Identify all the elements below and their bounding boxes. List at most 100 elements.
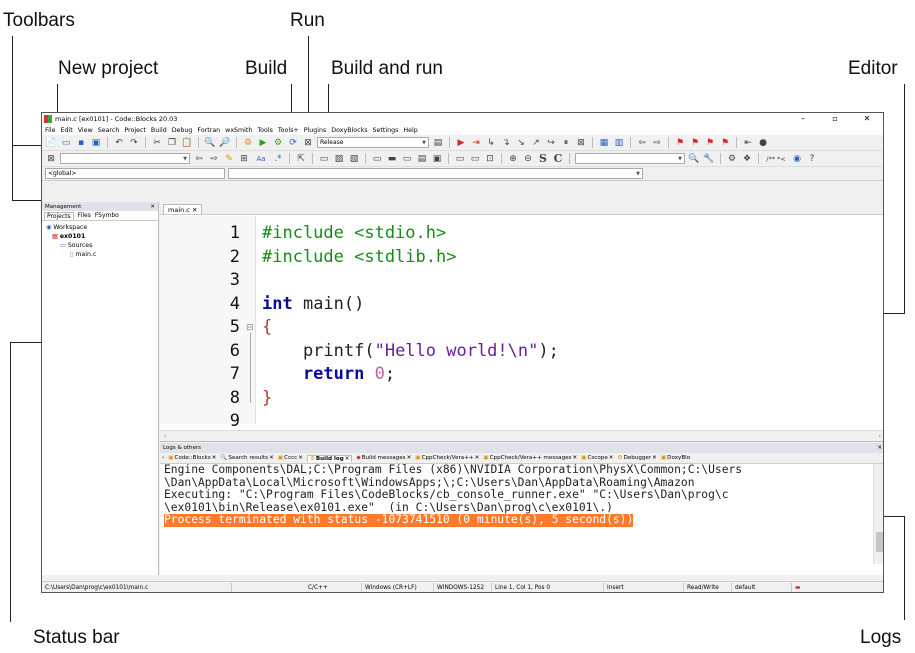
menu-search[interactable]: Search xyxy=(98,127,120,134)
stop-debugger-icon[interactable]: ⊠ xyxy=(575,137,587,149)
log-tab-build-messages[interactable]: ◆ Build messages ✕ xyxy=(356,455,411,461)
build-and-run-icon[interactable]: ⚙ xyxy=(272,137,284,149)
code-line[interactable]: int main() xyxy=(262,293,364,317)
plugin-icon[interactable]: ❖ xyxy=(741,153,753,165)
zoom-search-icon[interactable]: 🔍 xyxy=(688,153,700,165)
tab-projects[interactable]: Projects xyxy=(44,211,74,220)
pause-icon[interactable]: ⏸ xyxy=(560,137,572,149)
menu-tools-plus[interactable]: Tools+ xyxy=(278,127,299,134)
box-wide-icon[interactable]: ▭ xyxy=(469,153,481,165)
log-tab-build-log[interactable]: ⚙ Build log ✕ xyxy=(306,454,353,462)
maximize-button[interactable]: ▫ xyxy=(819,113,851,125)
log-tab-cppcheck-messages[interactable]: ▣ CppCheck/Vera++ messages ✕ xyxy=(483,455,577,461)
debug-windows-icon[interactable]: ▦ xyxy=(598,137,610,149)
box-icon[interactable]: ▭ xyxy=(454,153,466,165)
menu-file[interactable]: File xyxy=(45,127,56,134)
select-cursor-icon[interactable]: ⇱ xyxy=(295,153,307,165)
bookmark-toggle-icon[interactable]: ⚑ xyxy=(674,137,686,149)
tree-item-workspace[interactable]: ◉ Workspace xyxy=(46,223,154,232)
code-line[interactable]: } xyxy=(262,387,272,411)
jump-back-icon[interactable]: ⇤ xyxy=(742,137,754,149)
cut-icon[interactable]: ✂ xyxy=(151,137,163,149)
step-out-icon[interactable]: ↗ xyxy=(530,137,542,149)
forward-arrow-icon[interactable]: ⇨ xyxy=(651,137,663,149)
doxy-run-icon[interactable]: ◉ xyxy=(791,153,803,165)
panel-top-icon[interactable]: ▬ xyxy=(386,153,398,165)
menu-debug[interactable]: Debug xyxy=(172,127,193,134)
tree-item-sources[interactable]: ▭ Sources xyxy=(46,241,154,250)
log-tab-search-results[interactable]: 🔍 Search results ✕ xyxy=(220,455,273,461)
logs-scroll-left-icon[interactable]: ‹ xyxy=(162,455,164,461)
menu-tools[interactable]: Tools xyxy=(257,127,273,134)
new-project-icon[interactable]: 📄 xyxy=(45,137,57,149)
step-into-icon[interactable]: ↘ xyxy=(515,137,527,149)
text-s-button[interactable]: S xyxy=(537,152,549,165)
undo-icon[interactable]: ↶ xyxy=(113,137,125,149)
menu-fortran[interactable]: Fortran xyxy=(197,127,220,134)
debug-continue-icon[interactable]: ▶ xyxy=(455,137,467,149)
text-c-button[interactable]: C xyxy=(552,152,564,165)
log-tab-cscope[interactable]: ▣ Cscope ✕ xyxy=(581,455,613,461)
scroll-right-icon[interactable]: › xyxy=(879,433,881,440)
zoom-out-icon[interactable]: ⊖ xyxy=(522,153,534,165)
editor-tab-main-c[interactable]: main.c ✕ xyxy=(163,204,203,214)
panel-icon[interactable]: ▭ xyxy=(371,153,383,165)
back-arrow-icon[interactable]: ⇦ xyxy=(636,137,648,149)
match-case-button[interactable]: Aa xyxy=(253,153,269,165)
logs-close-icon[interactable]: ✕ xyxy=(877,445,882,451)
redo-icon[interactable]: ↷ xyxy=(128,137,140,149)
tree-item-project[interactable]: ▦ ex0101 xyxy=(46,232,154,241)
run-icon[interactable]: ▶ xyxy=(257,137,269,149)
save-icon[interactable]: ▪ xyxy=(75,137,87,149)
menu-project[interactable]: Project xyxy=(124,127,146,134)
build-target-select[interactable]: Release ▼ xyxy=(317,137,429,148)
save-all-icon[interactable]: ▣ xyxy=(90,137,102,149)
rectangle-icon[interactable]: ▭ xyxy=(318,153,330,165)
doxy-comment-button[interactable]: /** *< xyxy=(764,153,788,165)
regex-button[interactable]: .* xyxy=(272,153,284,165)
menu-build[interactable]: Build xyxy=(151,127,167,134)
abort-icon[interactable]: ⊠ xyxy=(302,137,314,149)
record-icon[interactable]: ● xyxy=(757,137,769,149)
step-instruction-icon[interactable]: ↪ xyxy=(545,137,557,149)
menu-edit[interactable]: Edit xyxy=(61,127,73,134)
build-gear-icon[interactable]: ⚙ xyxy=(242,137,254,149)
menu-plugins[interactable]: Plugins xyxy=(304,127,327,134)
bookmark-next-icon[interactable]: ⚑ xyxy=(704,137,716,149)
tab-fsymbols[interactable]: FSymbo xyxy=(95,212,119,219)
management-close-icon[interactable]: ✕ xyxy=(150,204,155,210)
log-tab-cccc[interactable]: ▣ Cccc ✕ xyxy=(278,455,303,461)
run-to-cursor-icon[interactable]: ⇥ xyxy=(470,137,482,149)
expand-toolbar-icon[interactable]: ⊠ xyxy=(45,153,57,165)
menu-doxyblocks[interactable]: DoxyBlocks xyxy=(331,127,367,134)
close-button[interactable]: ✕ xyxy=(851,113,883,125)
log-tab-codeblocks[interactable]: ▣ Code::Blocks ✕ xyxy=(168,455,216,461)
nav-forward-icon[interactable]: ⇨ xyxy=(208,153,220,165)
chart-icon[interactable]: ▧ xyxy=(348,153,360,165)
wrench-icon[interactable]: 🔧 xyxy=(703,153,715,165)
code-line[interactable]: #include <stdlib.h> xyxy=(262,246,456,270)
tree-item-main-c[interactable]: ▯ main.c xyxy=(46,250,154,259)
log-tab-cppcheck[interactable]: ▣ CppCheck/Vera++ ✕ xyxy=(415,455,479,461)
settings-gear-icon[interactable]: ⚙ xyxy=(726,153,738,165)
bookmark-prev-icon[interactable]: ⚑ xyxy=(689,137,701,149)
panel-bottom-icon[interactable]: ▤ xyxy=(416,153,428,165)
code-line[interactable]: { xyxy=(262,316,272,340)
menu-view[interactable]: View xyxy=(78,127,93,134)
copy-icon[interactable]: ❐ xyxy=(166,137,178,149)
replace-icon[interactable]: 🔎 xyxy=(219,137,231,149)
help-icon[interactable]: ? xyxy=(806,153,818,165)
rebuild-icon[interactable]: ⟳ xyxy=(287,137,299,149)
symbol-combo[interactable]: ▼ xyxy=(575,153,685,164)
image-icon[interactable]: ▨ xyxy=(333,153,345,165)
tab-files[interactable]: Files xyxy=(78,212,91,219)
fold-marker-icon[interactable]: ⊟ xyxy=(246,323,254,333)
scope-select[interactable]: <global> xyxy=(45,168,225,179)
function-select[interactable]: ▼ xyxy=(228,168,643,179)
logs-vertical-scrollbar[interactable] xyxy=(873,464,883,564)
editor-horizontal-scrollbar[interactable]: ‹ › xyxy=(160,430,883,441)
menu-settings[interactable]: Settings xyxy=(373,127,399,134)
zoom-in-icon[interactable]: ⊕ xyxy=(507,153,519,165)
code-line[interactable]: #include <stdio.h> xyxy=(262,222,446,246)
match-word-icon[interactable]: ⊞ xyxy=(238,153,250,165)
